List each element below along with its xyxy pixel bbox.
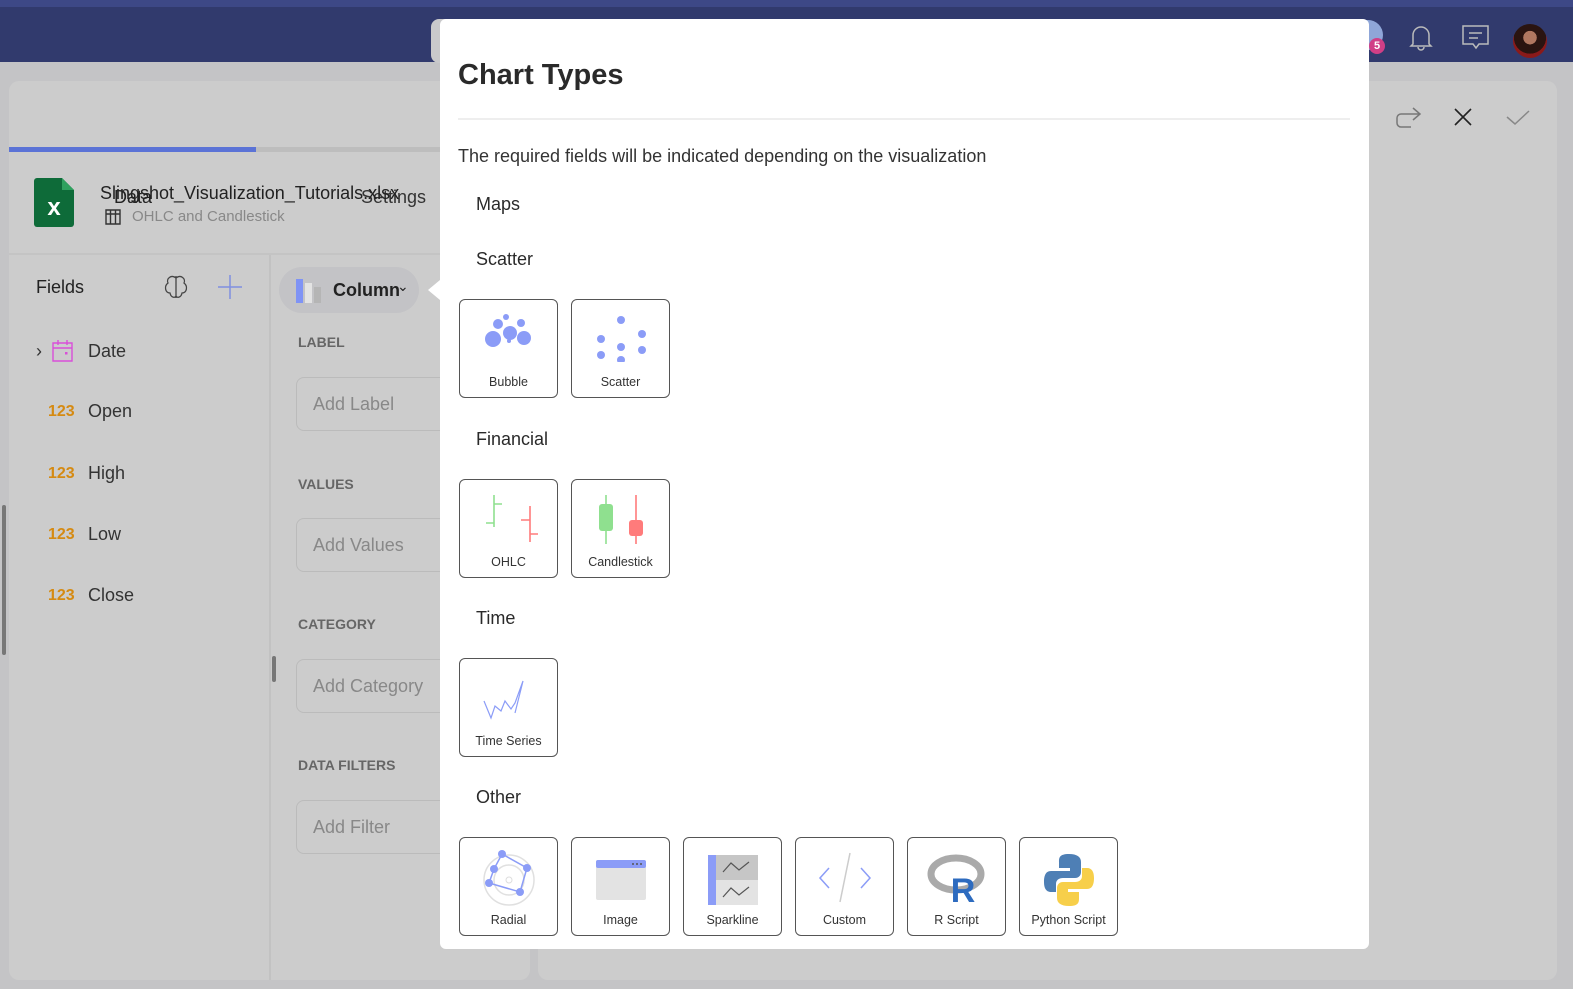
confirm-check-icon[interactable] bbox=[1505, 109, 1531, 127]
bubble-icon bbox=[485, 314, 531, 347]
category-other: Other bbox=[476, 787, 522, 807]
scrollbar[interactable] bbox=[2, 505, 6, 655]
chart-type-label: Radial bbox=[490, 913, 527, 927]
scatter-icon bbox=[597, 316, 646, 362]
chart-type-python-script[interactable]: Python Script bbox=[1019, 837, 1118, 936]
chart-type-sparkline[interactable]: Sparkline bbox=[683, 837, 782, 936]
message-icon[interactable] bbox=[1461, 23, 1491, 51]
table-icon bbox=[105, 209, 121, 225]
chart-type-candlestick[interactable]: Candlestick bbox=[571, 479, 670, 578]
category-financial: Financial bbox=[476, 429, 549, 449]
number-type-icon: 123 bbox=[48, 586, 75, 604]
chart-type-label: Sparkline bbox=[706, 913, 759, 927]
brain-icon[interactable] bbox=[163, 274, 189, 300]
dialog-description: The required fields will be indicated de… bbox=[458, 146, 987, 166]
visualization-label: Column bbox=[333, 280, 400, 300]
notification-badge: 5 bbox=[1369, 38, 1385, 54]
tab-indicator bbox=[9, 147, 256, 152]
add-filter-dropzone[interactable]: Add Filter bbox=[296, 800, 456, 854]
chart-type-bubble[interactable]: Bubble bbox=[459, 299, 558, 398]
calendar-icon bbox=[52, 340, 73, 362]
excel-file-icon: x bbox=[34, 178, 74, 227]
sheet-name: OHLC and Candlestick bbox=[132, 208, 285, 225]
chart-type-time-series[interactable]: Time Series bbox=[459, 658, 558, 757]
profile-avatar[interactable] bbox=[1513, 24, 1547, 58]
chart-type-radial[interactable]: Radial bbox=[459, 837, 558, 936]
svg-text:x: x bbox=[47, 194, 61, 221]
chevron-right-icon[interactable]: › bbox=[36, 341, 52, 362]
fields-title: Fields bbox=[36, 277, 85, 297]
filters-section-title: DATA FILTERS bbox=[298, 757, 396, 773]
r-logo-icon: R bbox=[927, 854, 985, 906]
add-label-dropzone[interactable]: Add Label bbox=[296, 377, 456, 431]
chart-type-label: Time Series bbox=[475, 734, 542, 748]
chart-type-custom[interactable]: Custom bbox=[795, 837, 894, 936]
divider bbox=[458, 118, 1350, 120]
chart-type-label: OHLC bbox=[491, 555, 526, 569]
dialog-title: Chart Types bbox=[458, 59, 624, 91]
chart-type-label: Scatter bbox=[600, 375, 641, 389]
field-open[interactable]: Open bbox=[88, 401, 132, 422]
add-field-icon[interactable] bbox=[217, 274, 243, 300]
chart-type-label: Candlestick bbox=[588, 555, 653, 569]
file-name: Slingshot_Visualization_Tutorials.xlsx bbox=[100, 183, 400, 203]
time-series-icon bbox=[483, 680, 524, 720]
category-scatter: Scatter bbox=[476, 249, 534, 269]
close-icon[interactable] bbox=[1453, 107, 1473, 127]
add-values-dropzone[interactable]: Add Values bbox=[296, 518, 456, 572]
sparkline-icon bbox=[708, 855, 758, 905]
field-high[interactable]: High bbox=[88, 463, 125, 484]
candlestick-icon bbox=[599, 495, 643, 544]
label-section-title: LABEL bbox=[298, 334, 345, 350]
chart-type-label: R Script bbox=[934, 913, 979, 927]
chart-type-label: Image bbox=[603, 913, 638, 927]
chart-type-ohlc[interactable]: OHLC bbox=[459, 479, 558, 578]
bell-icon[interactable] bbox=[1408, 23, 1434, 51]
chart-type-scatter[interactable]: Scatter bbox=[571, 299, 670, 398]
category-time: Time bbox=[476, 608, 516, 628]
add-category-dropzone[interactable]: Add Category bbox=[296, 659, 456, 713]
chart-type-label: Custom bbox=[822, 913, 867, 927]
image-icon bbox=[596, 860, 646, 900]
python-logo-icon bbox=[1044, 854, 1094, 906]
chart-type-image[interactable]: Image bbox=[571, 837, 670, 936]
chevron-down-icon: ⌄ bbox=[397, 278, 409, 294]
chart-type-r-script[interactable]: R R Script bbox=[907, 837, 1006, 936]
svg-text:R: R bbox=[951, 872, 976, 906]
category-section-title: CATEGORY bbox=[298, 616, 376, 632]
column-chart-icon bbox=[296, 279, 321, 303]
field-date[interactable]: Date bbox=[88, 341, 126, 362]
chart-type-label: Bubble bbox=[489, 375, 528, 389]
resize-handle[interactable] bbox=[272, 656, 276, 682]
values-section-title: VALUES bbox=[298, 476, 354, 492]
code-icon bbox=[818, 852, 872, 903]
radial-icon bbox=[483, 850, 535, 906]
share-icon[interactable] bbox=[1395, 105, 1423, 131]
field-close[interactable]: Close bbox=[88, 585, 134, 606]
visualization-selector[interactable]: Column ⌄ bbox=[279, 267, 419, 313]
number-type-icon: 123 bbox=[48, 525, 75, 543]
divider bbox=[269, 255, 271, 980]
popover-arrow bbox=[428, 280, 440, 300]
category-maps[interactable]: Maps bbox=[476, 194, 520, 215]
number-type-icon: 123 bbox=[48, 402, 75, 420]
number-type-icon: 123 bbox=[48, 464, 75, 482]
field-low[interactable]: Low bbox=[88, 524, 121, 545]
chart-type-label: Python Script bbox=[1031, 913, 1106, 927]
ohlc-icon bbox=[486, 495, 538, 542]
chart-types-dialog: Chart Types The required fields will be … bbox=[440, 19, 1369, 949]
